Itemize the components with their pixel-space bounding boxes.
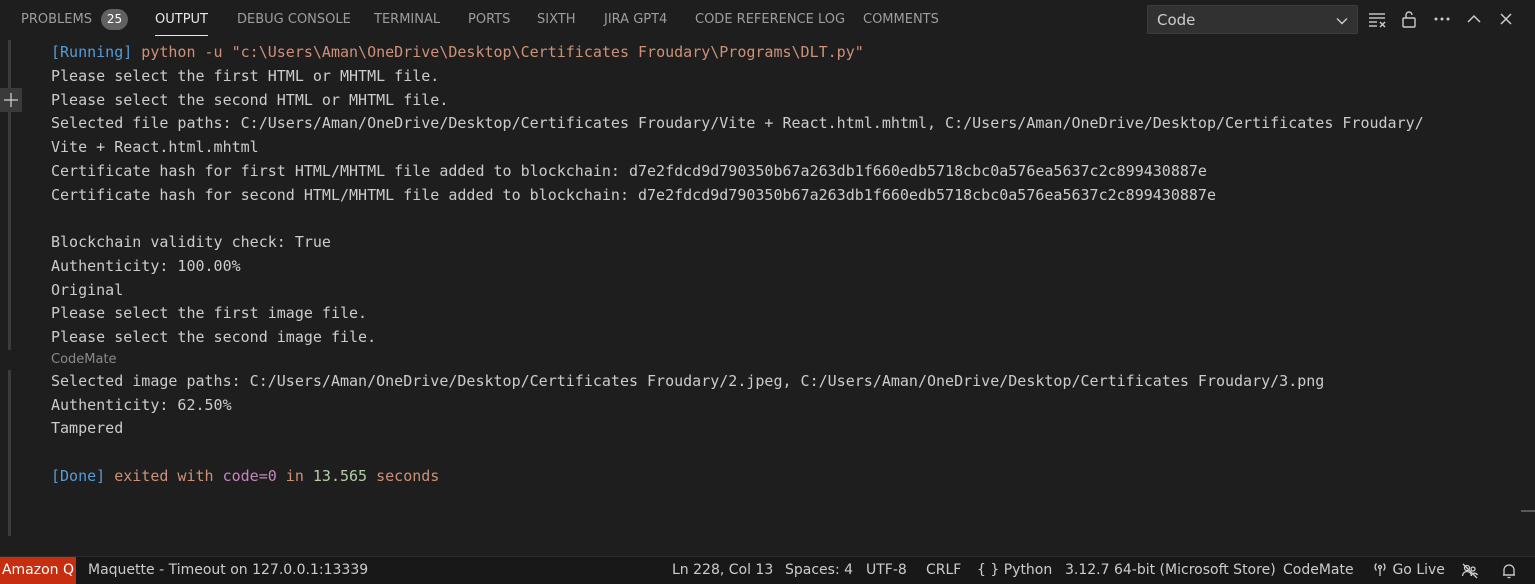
more-icon[interactable] bbox=[1431, 8, 1453, 30]
braces-icon: { } bbox=[977, 562, 1000, 578]
output-line: Selected image paths: C:/Users/Aman/OneD… bbox=[51, 372, 1325, 390]
add-icon[interactable] bbox=[0, 88, 22, 112]
tab-label: PROBLEMS bbox=[21, 12, 92, 27]
gutter-decoration bbox=[8, 370, 11, 536]
problems-count-badge: 25 bbox=[101, 9, 128, 30]
tab-label: DEBUG CONSOLE bbox=[237, 12, 351, 27]
scrollbar-marker bbox=[1521, 510, 1535, 512]
accounts-sync-icon[interactable] bbox=[1461, 562, 1479, 580]
done-text: exited with bbox=[105, 467, 223, 485]
output-line: Please select the second HTML or MHTML f… bbox=[51, 91, 449, 109]
exit-code: code=0 bbox=[222, 467, 277, 485]
go-live-label: Go Live bbox=[1392, 562, 1445, 578]
vertical-scrollbar[interactable] bbox=[1521, 40, 1535, 555]
codemate-status[interactable]: CodeMate bbox=[1283, 557, 1354, 584]
close-icon[interactable] bbox=[1495, 8, 1517, 30]
tab-problems[interactable]: PROBLEMS bbox=[21, 0, 92, 40]
tab-debug-console[interactable]: DEBUG CONSOLE bbox=[237, 0, 351, 40]
python-interpreter[interactable]: 3.12.7 64-bit (Microsoft Store) bbox=[1065, 557, 1276, 584]
output-channel-select[interactable]: Code bbox=[1147, 5, 1358, 34]
run-command: python -u "c:\Users\Aman\OneDrive\Deskto… bbox=[132, 43, 864, 61]
output-line-done: [Done] exited with code=0 in 13.565 seco… bbox=[51, 464, 439, 488]
done-tag: [Done] bbox=[51, 467, 106, 485]
maquette-status[interactable]: Maquette - Timeout on 127.0.0.1:13339 bbox=[88, 557, 368, 584]
done-text: seconds bbox=[367, 467, 440, 485]
go-live-button[interactable]: Go Live bbox=[1372, 557, 1445, 584]
output-line-running: [Running] python -u "c:\Users\Aman\OneDr… bbox=[51, 40, 864, 64]
gutter-decoration bbox=[8, 40, 11, 350]
chevron-up-icon[interactable] bbox=[1463, 8, 1485, 30]
lock-icon[interactable] bbox=[1398, 8, 1420, 30]
tab-label: OUTPUT bbox=[155, 12, 208, 27]
output-line: Authenticity: 62.50% bbox=[51, 396, 232, 414]
tab-jira-gpt4[interactable]: JIRA GPT4 bbox=[604, 0, 667, 40]
amazon-q-status[interactable]: Amazon Q bbox=[0, 557, 76, 584]
output-line: Certificate hash for second HTML/MHTML f… bbox=[51, 186, 1216, 204]
running-tag: [Running] bbox=[51, 43, 133, 61]
output-line: Certificate hash for first HTML/MHTML fi… bbox=[51, 162, 1207, 180]
output-line: Please select the first image file. bbox=[51, 304, 368, 322]
notifications-bell-icon[interactable] bbox=[1500, 562, 1518, 580]
tab-label: CODE REFERENCE LOG bbox=[695, 12, 846, 27]
language-mode[interactable]: { } Python bbox=[977, 557, 1052, 584]
encoding-status[interactable]: UTF-8 bbox=[866, 557, 907, 584]
tab-label: PORTS bbox=[468, 12, 511, 27]
tab-output[interactable]: OUTPUT bbox=[155, 0, 208, 40]
tab-ports[interactable]: PORTS bbox=[468, 0, 510, 40]
status-bar: Amazon Q Maquette - Timeout on 127.0.0.1… bbox=[0, 556, 1535, 584]
tab-label: JIRA GPT4 bbox=[604, 12, 668, 27]
tab-label: SIXTH bbox=[537, 12, 576, 27]
output-line: Blockchain validity check: True bbox=[51, 233, 331, 251]
output-line: Please select the second image file. bbox=[51, 328, 377, 346]
tab-code-reference-log[interactable]: CODE REFERENCE LOG bbox=[695, 0, 845, 40]
output-line: Please select the first HTML or MHTML fi… bbox=[51, 67, 440, 85]
language-label: Python bbox=[1003, 562, 1053, 578]
tab-sixth[interactable]: SIXTH bbox=[537, 0, 575, 40]
codemate-codelens[interactable]: CodeMate bbox=[51, 350, 117, 370]
output-line: Selected file paths: C:/Users/Aman/OneDr… bbox=[51, 114, 1424, 132]
list-filter-icon[interactable] bbox=[1366, 8, 1388, 30]
tab-comments[interactable]: COMMENTS bbox=[863, 0, 939, 40]
done-text: in bbox=[276, 467, 313, 485]
eol-status[interactable]: CRLF bbox=[926, 557, 961, 584]
cursor-position[interactable]: Ln 228, Col 13 bbox=[672, 557, 773, 584]
tab-label: COMMENTS bbox=[863, 12, 939, 27]
panel-tab-bar: PROBLEMS 25 OUTPUT DEBUG CONSOLE TERMINA… bbox=[0, 0, 1535, 40]
elapsed-seconds: 13.565 bbox=[312, 467, 368, 485]
tab-terminal[interactable]: TERMINAL bbox=[374, 0, 440, 40]
output-line: Tampered bbox=[51, 419, 124, 437]
tab-label: TERMINAL bbox=[374, 12, 441, 27]
broadcast-icon bbox=[1374, 563, 1386, 576]
indentation-status[interactable]: Spaces: 4 bbox=[785, 557, 853, 584]
output-channel-value: Code bbox=[1157, 11, 1196, 29]
chevron-down-icon bbox=[1336, 18, 1348, 25]
output-line: Vite + React.html.mhtml bbox=[51, 138, 259, 156]
output-line: Authenticity: 100.00% bbox=[51, 257, 241, 275]
output-line: Original bbox=[51, 281, 124, 299]
